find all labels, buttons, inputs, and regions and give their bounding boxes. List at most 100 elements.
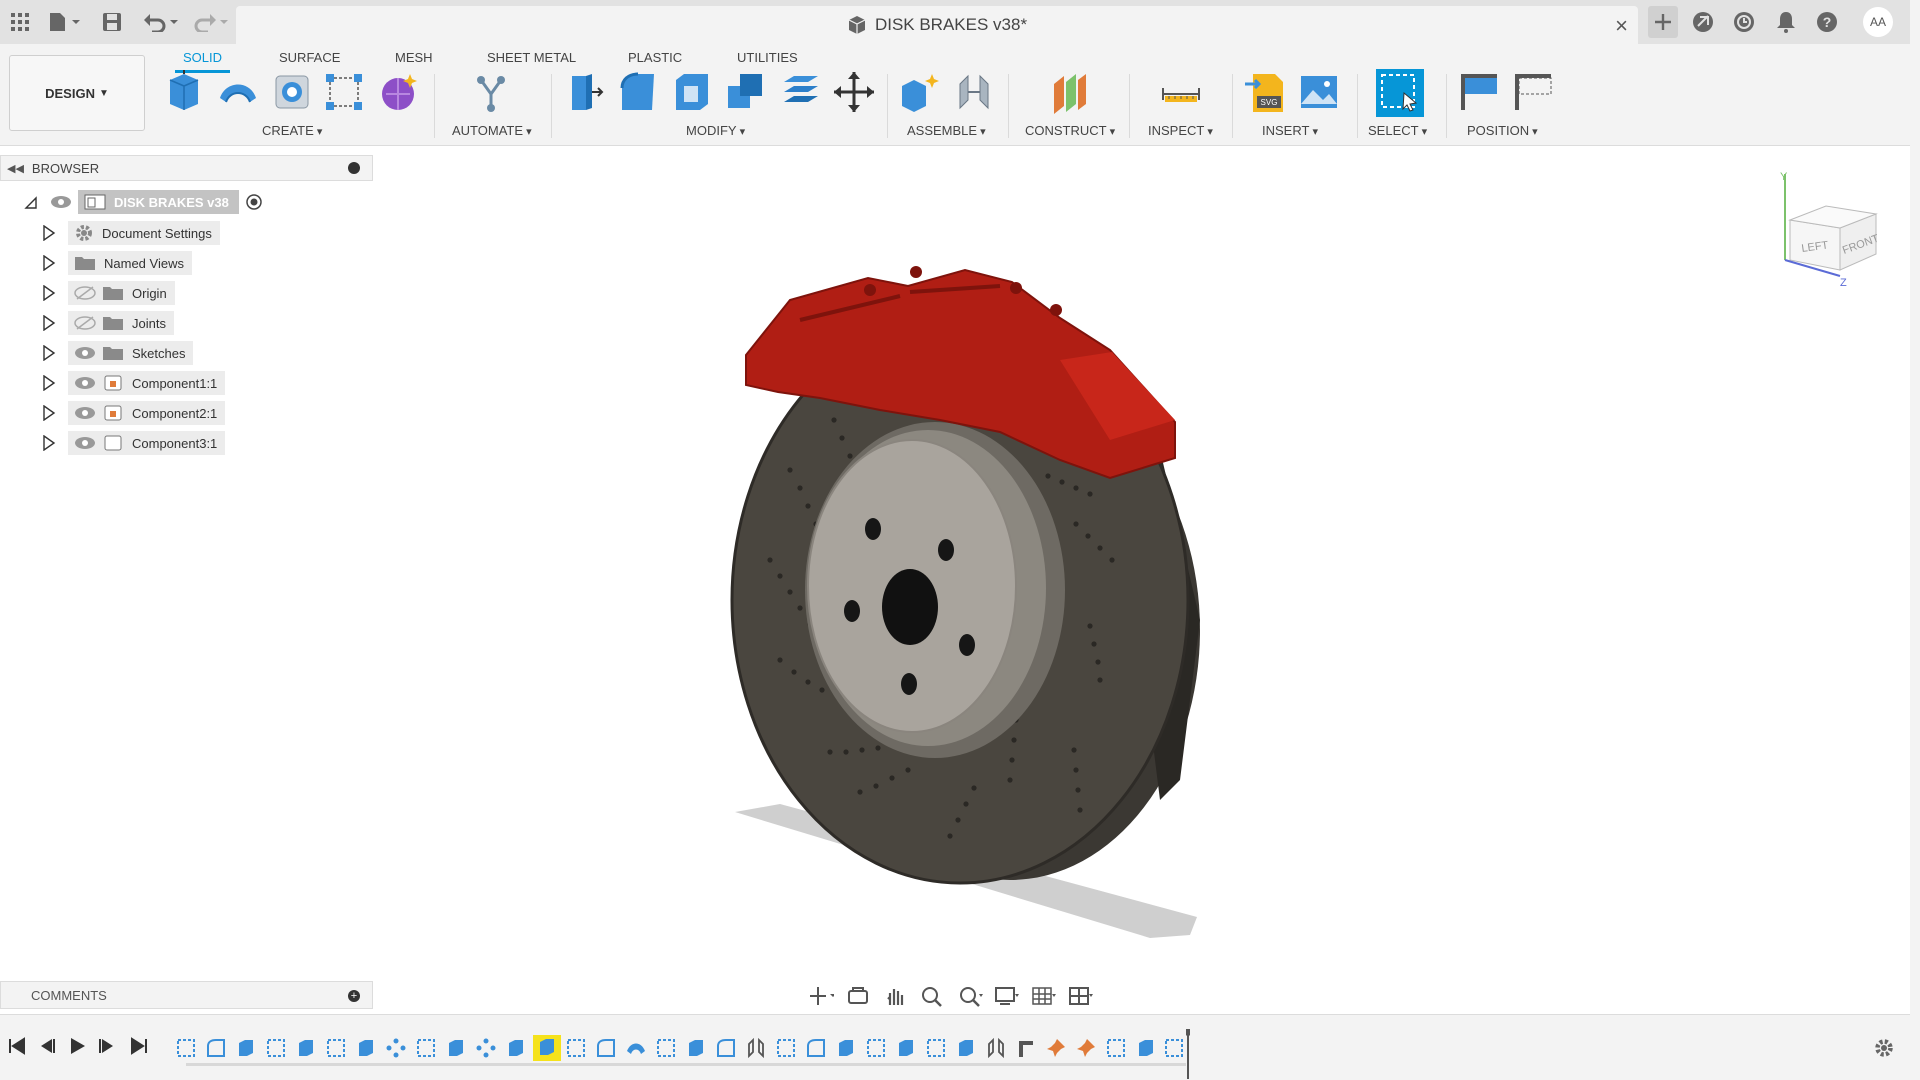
automate-icon[interactable] xyxy=(469,70,513,114)
group-assemble[interactable]: ASSEMBLE xyxy=(907,123,986,138)
workspace-switcher[interactable]: DESIGN ▼ xyxy=(9,55,145,131)
timeline-selected-feature-icon[interactable] xyxy=(533,1035,561,1061)
hidden-eye-icon[interactable] xyxy=(74,286,96,300)
expand-triangle-icon[interactable] xyxy=(42,225,56,241)
timeline-extrude-icon[interactable] xyxy=(295,1037,317,1059)
browser-item-row[interactable]: Named Views xyxy=(68,251,192,275)
timeline-pattern-icon[interactable] xyxy=(385,1037,407,1059)
timeline-sketch-icon[interactable] xyxy=(565,1037,587,1059)
new-component-assemble-icon[interactable] xyxy=(898,70,942,114)
expand-triangle-icon[interactable] xyxy=(42,255,56,271)
timeline-extrude-icon[interactable] xyxy=(355,1037,377,1059)
rectangular-pattern-icon[interactable] xyxy=(322,70,366,114)
combine-icon[interactable] xyxy=(724,70,768,114)
file-menu-icon[interactable] xyxy=(44,6,84,38)
timeline-extrude-icon[interactable] xyxy=(505,1037,527,1059)
zoom-icon[interactable] xyxy=(919,985,945,1007)
timeline-extrude-icon[interactable] xyxy=(685,1037,707,1059)
timeline-sketch-icon[interactable] xyxy=(775,1037,797,1059)
play-icon[interactable] xyxy=(66,1035,88,1057)
step-forward-icon[interactable] xyxy=(96,1035,118,1057)
go-to-start-icon[interactable] xyxy=(6,1035,28,1057)
timeline-joint-icon[interactable] xyxy=(745,1037,767,1059)
expand-triangle-icon[interactable] xyxy=(42,345,56,361)
timeline-fillet-icon[interactable] xyxy=(715,1037,737,1059)
browser-item-row[interactable]: Joints xyxy=(68,311,174,335)
tab-plastic[interactable]: PLASTIC xyxy=(628,47,682,71)
expand-triangle-icon[interactable] xyxy=(42,435,56,451)
viewports-icon[interactable] xyxy=(1068,985,1094,1007)
timeline-extrude-icon[interactable] xyxy=(835,1037,857,1059)
help-icon[interactable]: ? xyxy=(1812,6,1842,38)
timeline-extrude-icon[interactable] xyxy=(235,1037,257,1059)
tab-surface[interactable]: SURFACE xyxy=(279,47,340,71)
browser-item-row[interactable]: Sketches xyxy=(68,341,194,365)
browser-item-named-views[interactable]: Named Views xyxy=(42,251,192,275)
minimize-browser-icon[interactable] xyxy=(348,162,360,174)
user-avatar[interactable]: AA xyxy=(1862,6,1894,38)
timeline-construct-plane-icon[interactable] xyxy=(1015,1037,1037,1059)
timeline-sketch-icon[interactable] xyxy=(865,1037,887,1059)
expand-triangle-icon[interactable] xyxy=(42,405,56,421)
tab-solid[interactable]: SOLID xyxy=(174,47,231,73)
browser-item-joints[interactable]: Joints xyxy=(42,311,174,335)
timeline-sketch-icon[interactable] xyxy=(1105,1037,1127,1059)
timeline-settings-gear-icon[interactable] xyxy=(1873,1037,1895,1059)
new-tab-icon[interactable] xyxy=(1648,6,1678,38)
comments-panel[interactable]: COMMENTS + xyxy=(0,981,373,1009)
step-back-icon[interactable] xyxy=(36,1035,58,1057)
insert-canvas-icon[interactable] xyxy=(1297,70,1341,114)
timeline-extrude-icon[interactable] xyxy=(895,1037,917,1059)
save-icon[interactable] xyxy=(100,6,124,38)
visibility-eye-icon[interactable] xyxy=(74,376,96,390)
expand-triangle-icon[interactable] xyxy=(24,194,38,210)
3d-viewport[interactable] xyxy=(375,146,1920,1008)
browser-item-document-settings[interactable]: Document Settings xyxy=(42,221,220,245)
visibility-eye-icon[interactable] xyxy=(74,406,96,420)
offset-plane-icon[interactable] xyxy=(1048,70,1092,114)
timeline-fillet-icon[interactable] xyxy=(205,1037,227,1059)
timeline-sketch-icon[interactable] xyxy=(415,1037,437,1059)
browser-item-component1[interactable]: Component1:1 xyxy=(42,371,226,395)
tab-sheet-metal[interactable]: SHEET METAL xyxy=(487,47,576,71)
close-tab-button[interactable]: × xyxy=(1615,13,1628,39)
revolve-hole-icon[interactable] xyxy=(270,70,314,114)
expand-triangle-icon[interactable] xyxy=(42,285,56,301)
expand-triangle-icon[interactable] xyxy=(42,315,56,331)
timeline-pin-icon[interactable] xyxy=(1075,1037,1097,1059)
view-cube[interactable]: LEFT FRONT Y Z xyxy=(1780,170,1890,290)
group-automate[interactable]: AUTOMATE xyxy=(452,123,532,138)
extensions-icon[interactable] xyxy=(1688,6,1718,38)
redo-icon[interactable] xyxy=(190,6,230,38)
timeline-sketch-icon[interactable] xyxy=(925,1037,947,1059)
browser-item-row[interactable]: Origin xyxy=(68,281,175,305)
add-comment-icon[interactable]: + xyxy=(348,990,360,1002)
look-at-icon[interactable] xyxy=(845,985,871,1007)
browser-item-row[interactable]: Component2:1 xyxy=(68,401,226,425)
expand-triangle-icon[interactable] xyxy=(42,375,56,391)
offset-face-icon[interactable] xyxy=(778,70,822,114)
group-position[interactable]: POSITION xyxy=(1467,123,1538,138)
root-row[interactable]: DISK BRAKES v38 xyxy=(50,190,271,214)
tab-utilities[interactable]: UTILITIES xyxy=(737,47,798,71)
timeline-fillet-icon[interactable] xyxy=(595,1037,617,1059)
visibility-eye-icon[interactable] xyxy=(74,346,96,360)
timeline-revolve-icon[interactable] xyxy=(625,1037,647,1059)
visibility-eye-icon[interactable] xyxy=(50,195,72,209)
timeline-joint-icon[interactable] xyxy=(985,1037,1007,1059)
fit-zoom-icon[interactable] xyxy=(957,985,983,1007)
browser-item-row[interactable]: Component1:1 xyxy=(68,371,226,395)
group-insert[interactable]: INSERT xyxy=(1262,123,1318,138)
timeline-pin-icon[interactable] xyxy=(1045,1037,1067,1059)
extrude-sweep-icon[interactable] xyxy=(216,70,260,114)
undo-icon[interactable] xyxy=(140,6,180,38)
insert-svg-icon[interactable]: SVG xyxy=(1243,70,1287,114)
fillet-icon[interactable] xyxy=(616,70,660,114)
timeline-sketch-icon[interactable] xyxy=(325,1037,347,1059)
browser-item-origin[interactable]: Origin xyxy=(42,281,175,305)
hidden-eye-icon[interactable] xyxy=(74,316,96,330)
form-icon[interactable] xyxy=(376,70,420,114)
pan-hand-icon[interactable] xyxy=(882,985,908,1007)
notifications-bell-icon[interactable] xyxy=(1771,6,1801,38)
group-select[interactable]: SELECT xyxy=(1368,123,1427,138)
